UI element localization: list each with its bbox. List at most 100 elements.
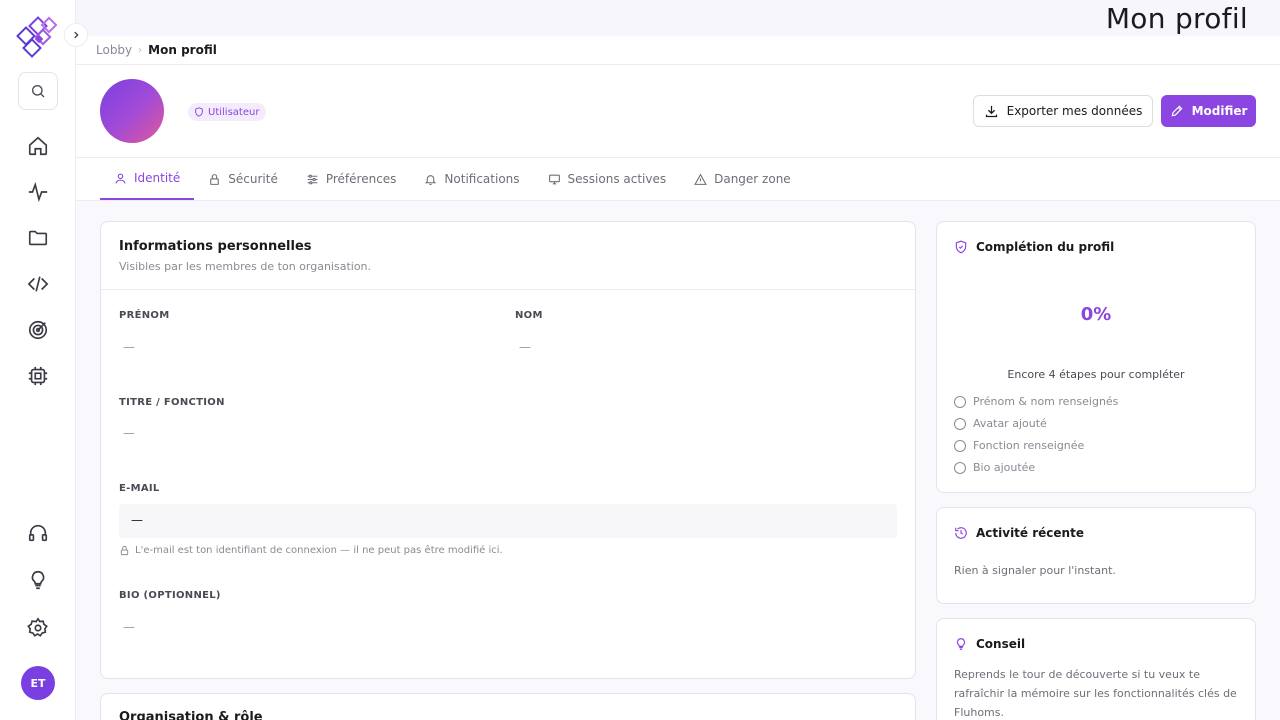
nav-code[interactable] xyxy=(26,272,50,296)
top-bar: Mon profil xyxy=(76,0,1280,36)
bio-label: BIO (OPTIONNEL) xyxy=(119,590,221,601)
activity-icon xyxy=(28,181,48,203)
card-subtitle: Visibles par les membres de ton organisa… xyxy=(119,260,372,273)
lock-icon xyxy=(120,545,129,556)
bio-value[interactable]: — xyxy=(123,620,135,634)
breadcrumb-separator: › xyxy=(138,44,143,56)
tab-security[interactable]: Sécurité xyxy=(194,158,292,200)
first-name-value[interactable]: — xyxy=(123,340,135,354)
completion-step: Avatar ajouté xyxy=(954,417,1047,430)
download-icon xyxy=(985,105,997,117)
monitor-icon xyxy=(548,174,560,184)
unchecked-circle-icon xyxy=(954,417,966,430)
export-label: Exporter mes données xyxy=(1006,104,1143,118)
chip-icon xyxy=(28,366,48,386)
chevron-right-icon xyxy=(74,31,79,39)
export-data-button[interactable]: Exporter mes données xyxy=(973,95,1153,127)
tab-label: Préférences xyxy=(325,172,397,186)
first-name-label: PRÉNOM xyxy=(119,310,170,321)
role-label: Utilisateur xyxy=(208,106,260,118)
last-name-value[interactable]: — xyxy=(519,340,531,354)
personal-info-card: Informations personnelles Visibles par l… xyxy=(100,221,916,679)
tab-identity[interactable]: Identité xyxy=(100,158,195,200)
completion-step: Prénom & nom renseignés xyxy=(954,395,1118,408)
tab-label: Identité xyxy=(134,171,181,185)
history-icon xyxy=(955,527,967,539)
settings-icon xyxy=(27,617,48,637)
unchecked-circle-icon xyxy=(954,461,966,474)
completion-percent: 0% xyxy=(1080,304,1112,325)
email-field: — xyxy=(119,504,897,538)
email-note-text: L'e-mail est ton identifiant de connexio… xyxy=(135,545,503,556)
tab-danger-zone[interactable]: Danger zone xyxy=(680,158,805,200)
shield-check-icon xyxy=(955,240,967,254)
last-name-label: NOM xyxy=(515,310,543,321)
tip-title: Conseil xyxy=(976,637,1026,651)
user-avatar[interactable]: ET xyxy=(21,666,55,700)
tab-label: Notifications xyxy=(444,172,520,186)
job-title-label: TITRE / FONCTION xyxy=(119,397,225,408)
completion-title: Complétion du profil xyxy=(976,240,1115,254)
completion-step: Fonction renseignée xyxy=(954,439,1084,452)
edit-label: Modifier xyxy=(1191,104,1248,118)
lightbulb-icon xyxy=(31,570,45,590)
breadcrumb-current: Mon profil xyxy=(148,43,217,57)
user-icon xyxy=(115,173,126,183)
organisation-card: Organisation & rôle xyxy=(100,693,916,720)
app-logo[interactable] xyxy=(16,16,60,60)
nav-support[interactable] xyxy=(26,521,50,545)
step-label: Bio ajoutée xyxy=(973,461,1036,474)
breadcrumb: Lobby › Mon profil xyxy=(96,43,217,57)
warning-icon xyxy=(694,173,707,185)
email-label: E-MAIL xyxy=(119,483,160,494)
edit-profile-button[interactable]: Modifier xyxy=(1161,95,1256,127)
pencil-icon xyxy=(1171,105,1183,117)
target-icon xyxy=(28,320,48,340)
tip-text: Reprends le tour de découverte si tu veu… xyxy=(954,668,1237,719)
activity-text: Rien à signaler pour l'instant. xyxy=(954,564,1116,577)
nav-activity[interactable] xyxy=(26,180,50,204)
email-note: L'e-mail est ton identifiant de connexio… xyxy=(119,545,503,556)
nav-home[interactable] xyxy=(26,134,50,158)
nav-target[interactable] xyxy=(26,318,50,342)
sidebar-expand-button[interactable] xyxy=(64,23,88,47)
breadcrumb-lobby[interactable]: Lobby xyxy=(96,43,132,57)
activity-title: Activité récente xyxy=(976,526,1084,540)
recent-activity-card: Activité récente Rien à signaler pour l'… xyxy=(936,507,1256,604)
folder-icon xyxy=(28,230,48,246)
tab-preferences[interactable]: Préférences xyxy=(292,158,411,200)
profile-tabs: Identité Sécurité Préférences Notificati… xyxy=(100,158,805,200)
profile-avatar[interactable] xyxy=(100,79,164,143)
shield-icon xyxy=(195,107,203,117)
activity-header: Activité récente xyxy=(954,526,1084,540)
nav-ideas[interactable] xyxy=(26,568,50,592)
completion-remaining: Encore 4 étapes pour compléter xyxy=(1007,368,1185,381)
nav-settings[interactable] xyxy=(26,616,50,640)
unchecked-circle-icon xyxy=(954,395,966,408)
completion-step: Bio ajoutée xyxy=(954,461,1035,474)
tip-card: Conseil Reprends le tour de découverte s… xyxy=(936,618,1256,720)
search-button[interactable] xyxy=(18,72,58,110)
tab-label: Sécurité xyxy=(228,172,278,186)
nav-folder[interactable] xyxy=(26,226,50,250)
tab-sessions[interactable]: Sessions actives xyxy=(534,158,681,200)
job-title-value[interactable]: — xyxy=(123,426,135,440)
nav-chip[interactable] xyxy=(26,364,50,388)
unchecked-circle-icon xyxy=(954,439,966,452)
completion-header: Complétion du profil xyxy=(954,240,1114,254)
role-badge: Utilisateur xyxy=(188,103,267,121)
bell-icon xyxy=(425,174,437,185)
step-label: Prénom & nom renseignés xyxy=(973,395,1119,408)
lock-icon xyxy=(210,173,220,185)
tab-notifications[interactable]: Notifications xyxy=(410,158,533,200)
tab-label: Danger zone xyxy=(714,172,791,186)
completion-card: Complétion du profil 0% Encore 4 étapes … xyxy=(936,221,1256,493)
divider xyxy=(76,64,1280,65)
headset-icon xyxy=(28,524,48,542)
card-title: Informations personnelles xyxy=(119,239,312,254)
page-title: Mon profil xyxy=(1105,2,1248,35)
lightbulb-icon xyxy=(956,638,966,650)
sliders-icon xyxy=(307,174,318,184)
tip-header: Conseil xyxy=(954,637,1025,651)
tab-label: Sessions actives xyxy=(567,172,667,186)
